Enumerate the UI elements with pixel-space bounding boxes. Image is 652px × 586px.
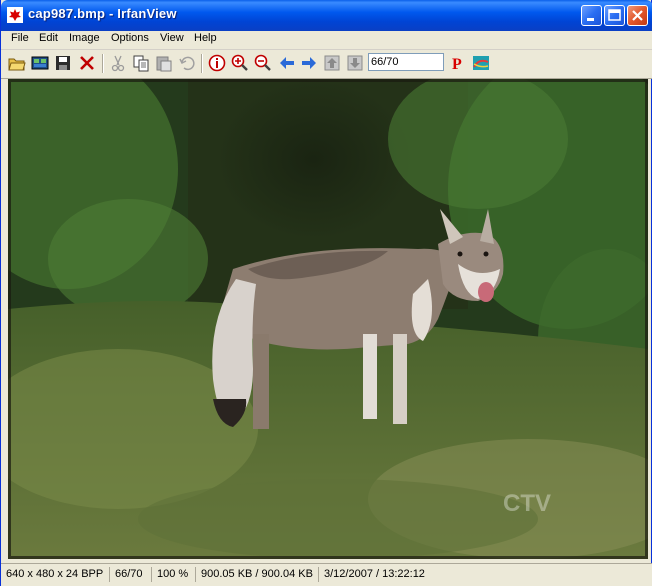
menu-help[interactable]: Help	[194, 32, 217, 44]
status-zoom: 100 %	[151, 567, 195, 582]
save-icon[interactable]	[54, 54, 72, 72]
status-datetime: 3/12/2007 / 13:22:12	[318, 567, 648, 582]
paste-icon[interactable]	[155, 54, 173, 72]
page-number-field[interactable]: 66/70	[368, 53, 444, 71]
menu-view[interactable]: View	[160, 32, 184, 44]
cut-icon[interactable]	[109, 54, 127, 72]
status-filesize: 900.05 KB / 900.04 KB	[195, 567, 318, 582]
status-dimensions: 640 x 480 x 24 BPP	[6, 568, 104, 580]
menu-file[interactable]: File	[11, 32, 29, 44]
minimize-button[interactable]	[581, 5, 602, 26]
ctv-watermark: CTV	[503, 490, 551, 517]
irfanview-logo-icon[interactable]	[472, 54, 490, 72]
irfanview-app-icon[interactable]	[7, 7, 23, 23]
copy-icon[interactable]	[132, 54, 150, 72]
menu-image[interactable]: Image	[69, 32, 100, 44]
delete-icon[interactable]	[78, 54, 96, 72]
maximize-icon	[608, 9, 621, 21]
displayed-image: CTV	[8, 79, 648, 559]
info-icon[interactable]	[208, 54, 226, 72]
next-icon[interactable]	[300, 54, 318, 72]
first-icon[interactable]	[323, 54, 341, 72]
zoom-in-icon[interactable]	[231, 54, 249, 72]
menu-bar: File Edit Image Options View Help	[1, 31, 652, 50]
image-viewport[interactable]: CTV	[8, 79, 648, 559]
previous-icon[interactable]	[278, 54, 296, 72]
thumbnails-icon[interactable]	[31, 54, 49, 72]
slideshow-icon[interactable]: P	[449, 54, 467, 72]
window-title: cap987.bmp - IrfanView	[28, 6, 177, 21]
title-bar[interactable]: cap987.bmp - IrfanView	[1, 0, 652, 31]
close-button[interactable]	[627, 5, 648, 26]
toolbar: P	[1, 50, 652, 79]
last-icon[interactable]	[346, 54, 364, 72]
status-index: 66/70	[109, 567, 151, 582]
status-bar: 640 x 480 x 24 BPP 66/70 100 % 900.05 KB…	[1, 563, 652, 586]
undo-icon[interactable]	[178, 54, 196, 72]
menu-options[interactable]: Options	[111, 32, 149, 44]
minimize-icon	[587, 18, 594, 21]
irfanview-window: cap987.bmp - IrfanView File Edit Image O…	[0, 0, 652, 586]
zoom-out-icon[interactable]	[254, 54, 272, 72]
toolbar-separator	[201, 54, 203, 73]
close-icon	[632, 10, 643, 21]
toolbar-separator	[102, 54, 104, 73]
maximize-button[interactable]	[604, 5, 625, 26]
svg-text:P: P	[452, 56, 462, 72]
open-folder-icon[interactable]	[8, 54, 26, 72]
menu-edit[interactable]: Edit	[39, 32, 58, 44]
